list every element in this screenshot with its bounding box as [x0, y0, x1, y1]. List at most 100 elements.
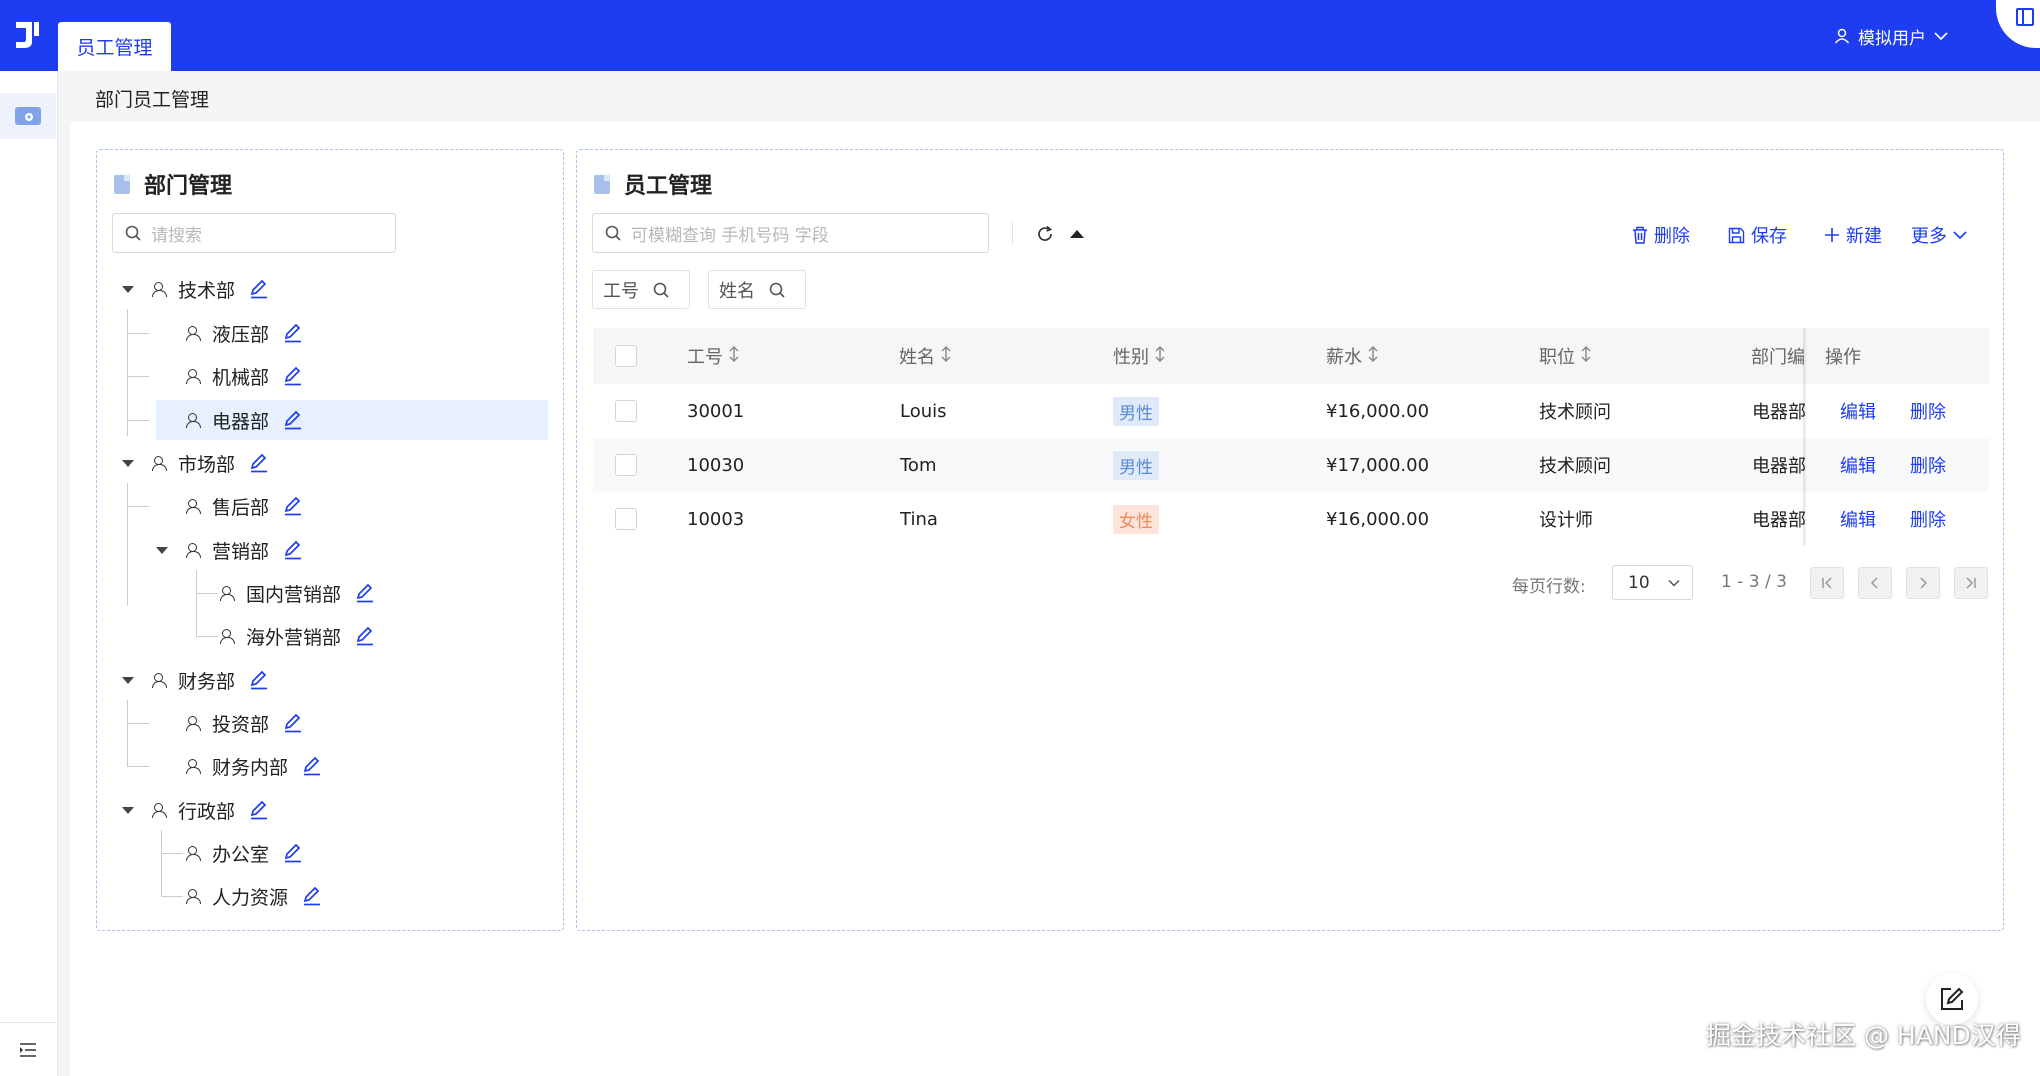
expand-caret-icon[interactable] — [122, 286, 134, 293]
edit-row-button[interactable]: 编辑 — [1840, 492, 1876, 546]
edit-icon[interactable] — [283, 843, 303, 863]
column-header[interactable]: 工号 — [687, 328, 739, 384]
tree-node[interactable]: 技术部 — [152, 269, 269, 309]
tree-node[interactable]: 国内营销部 — [220, 573, 375, 613]
first-page-button[interactable] — [1810, 567, 1844, 599]
filter-employee-id[interactable]: 工号 — [592, 270, 690, 309]
cell-gender: 男性 — [1113, 384, 1159, 438]
collapse-up-icon[interactable] — [1069, 229, 1085, 239]
expand-caret-icon[interactable] — [122, 460, 134, 467]
edit-icon[interactable] — [283, 366, 303, 386]
edit-row-button[interactable]: 编辑 — [1840, 384, 1876, 438]
dept-panel-title: 部门管理 — [114, 168, 232, 200]
edit-icon[interactable] — [283, 496, 303, 516]
edit-row-button[interactable]: 编辑 — [1840, 438, 1876, 492]
menu-fold-icon — [20, 1042, 36, 1057]
chevron-right-icon — [1920, 577, 1928, 589]
page-size-select[interactable]: 10 — [1612, 565, 1693, 600]
tree-node[interactable]: 营销部 — [186, 530, 303, 570]
tree-node[interactable]: 市场部 — [152, 443, 269, 483]
sidebar-item-settings[interactable] — [0, 93, 56, 139]
sidebar-collapse-toggle[interactable] — [0, 1022, 56, 1076]
trash-icon — [1633, 226, 1647, 244]
sort-icon[interactable] — [729, 345, 739, 368]
app-logo-icon[interactable] — [12, 18, 42, 52]
team-icon — [186, 369, 204, 384]
edit-icon[interactable] — [283, 713, 303, 733]
refresh-icon[interactable] — [1036, 225, 1054, 243]
user-menu[interactable]: 模拟用户 — [1834, 24, 1948, 49]
save-button[interactable]: 保存 — [1728, 222, 1787, 248]
team-icon — [186, 716, 204, 731]
tree-node[interactable]: 电器部 — [156, 400, 548, 440]
gender-tag: 女性 — [1113, 504, 1159, 534]
edit-icon[interactable] — [283, 410, 303, 430]
gender-tag: 男性 — [1113, 396, 1159, 426]
edit-icon[interactable] — [302, 756, 322, 776]
table-row[interactable]: 30001 Louis 男性 ¥16,000.00 技术顾问 电器部 编辑 删除 — [593, 384, 1989, 438]
edit-icon[interactable] — [249, 453, 269, 473]
expand-caret-icon[interactable] — [122, 807, 134, 814]
filter-name[interactable]: 姓名 — [708, 270, 806, 309]
prev-page-button[interactable] — [1858, 567, 1892, 599]
column-header[interactable]: 性别 — [1113, 328, 1165, 384]
tree-node[interactable]: 海外营销部 — [220, 616, 375, 656]
edit-note-icon — [1941, 987, 1964, 1010]
sort-icon[interactable] — [1368, 345, 1378, 368]
row-checkbox[interactable] — [615, 400, 637, 422]
tree-node-label: 机械部 — [212, 366, 270, 389]
tree-node[interactable]: 财务内部 — [186, 746, 322, 786]
tree-node[interactable]: 办公室 — [186, 833, 303, 873]
next-page-button[interactable] — [1906, 567, 1940, 599]
sort-icon[interactable] — [941, 345, 951, 368]
column-header[interactable]: 薪水 — [1326, 328, 1378, 384]
team-icon — [186, 543, 204, 558]
edit-icon[interactable] — [249, 670, 269, 690]
delete-row-button[interactable]: 删除 — [1910, 438, 1946, 492]
edit-icon[interactable] — [302, 886, 322, 906]
new-button[interactable]: 新建 — [1824, 222, 1882, 248]
edit-icon[interactable] — [249, 800, 269, 820]
tree-node[interactable]: 售后部 — [186, 486, 303, 526]
table-row[interactable]: 10030 Tom 男性 ¥17,000.00 技术顾问 电器部 编辑 删除 — [593, 438, 1989, 492]
column-header[interactable]: 职位 — [1539, 328, 1591, 384]
employee-search-input[interactable]: 可模糊查询 手机号码 字段 — [592, 213, 989, 253]
tree-node[interactable]: 人力资源 — [186, 876, 322, 916]
last-page-button[interactable] — [1954, 567, 1988, 599]
tree-node[interactable]: 投资部 — [186, 703, 303, 743]
team-icon — [152, 456, 170, 471]
dept-search-input[interactable]: 请搜索 — [112, 213, 396, 253]
chevron-down-icon — [1668, 579, 1680, 587]
last-page-icon — [1966, 577, 1976, 589]
table-row[interactable]: 10003 Tina 女性 ¥16,000.00 设计师 电器部 编辑 删除 — [593, 492, 1989, 546]
tree-node[interactable]: 行政部 — [152, 790, 269, 830]
delete-row-button[interactable]: 删除 — [1910, 384, 1946, 438]
expand-caret-icon[interactable] — [122, 677, 134, 684]
top-bar: 员工管理 模拟用户 — [0, 0, 2040, 71]
row-checkbox[interactable] — [615, 454, 637, 476]
delete-button[interactable]: 删除 — [1632, 222, 1690, 248]
user-name: 模拟用户 — [1858, 28, 1926, 49]
tree-node[interactable]: 财务部 — [152, 660, 269, 700]
gender-tag: 男性 — [1113, 450, 1159, 480]
row-checkbox[interactable] — [615, 508, 637, 530]
tree-node[interactable]: 机械部 — [186, 356, 303, 396]
edit-icon[interactable] — [283, 540, 303, 560]
expand-caret-icon[interactable] — [156, 547, 168, 554]
team-icon — [220, 629, 238, 644]
sort-icon[interactable] — [1155, 345, 1165, 368]
tree-node[interactable]: 液压部 — [186, 313, 303, 353]
sort-icon[interactable] — [1581, 345, 1591, 368]
tree-node-label: 电器部 — [212, 410, 270, 433]
edit-icon[interactable] — [283, 323, 303, 343]
edit-icon[interactable] — [355, 583, 375, 603]
select-all-checkbox[interactable] — [615, 345, 637, 367]
delete-row-button[interactable]: 删除 — [1910, 492, 1946, 546]
edit-icon[interactable] — [249, 279, 269, 299]
more-button[interactable]: 更多 — [1911, 222, 1967, 248]
column-header[interactable]: 姓名 — [899, 328, 951, 384]
tab-employee-management[interactable]: 员工管理 — [58, 22, 171, 71]
cell-position: 技术顾问 — [1539, 402, 1611, 423]
layout-icon[interactable] — [2016, 8, 2034, 26]
edit-icon[interactable] — [355, 626, 375, 646]
